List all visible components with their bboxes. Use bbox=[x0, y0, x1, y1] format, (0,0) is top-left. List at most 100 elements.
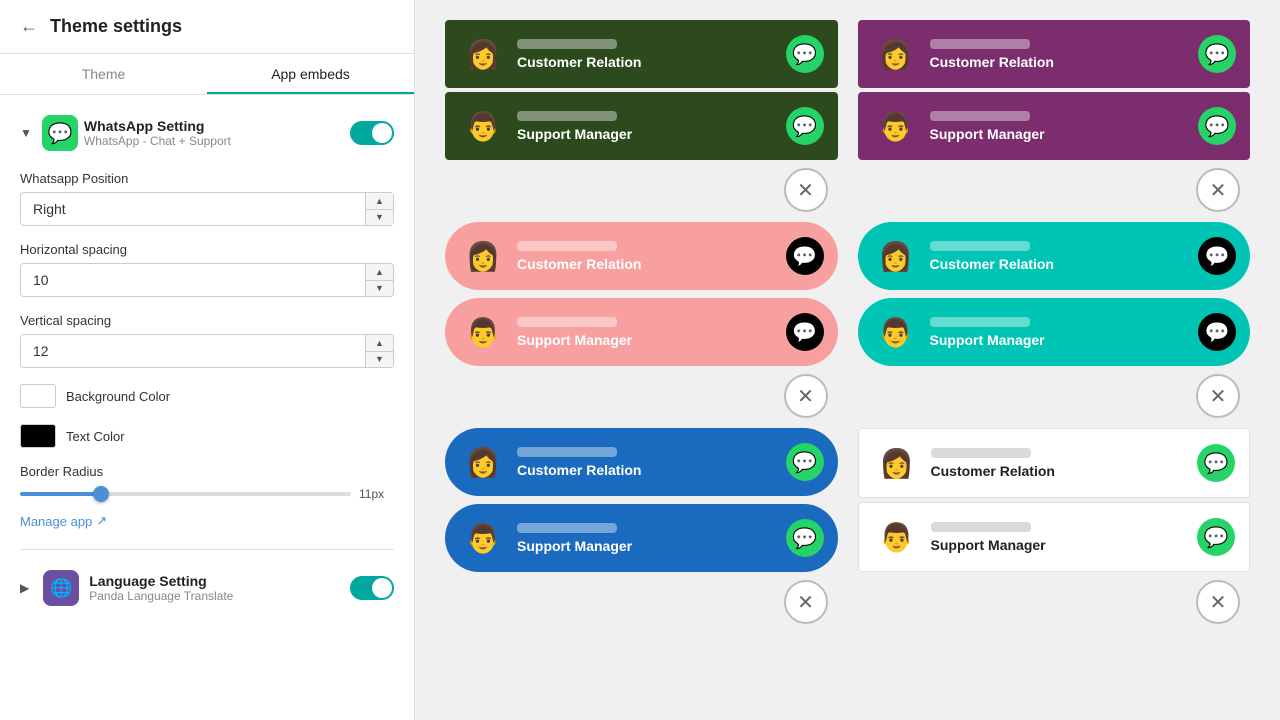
language-toggle[interactable] bbox=[350, 576, 394, 600]
widget-card-sm-white[interactable]: 👨 Support Manager 💬 bbox=[858, 502, 1251, 572]
avatar-sm-darkgreen: 👨 bbox=[459, 102, 507, 150]
tab-app-embeds[interactable]: App embeds bbox=[207, 54, 414, 94]
close-button-pink[interactable]: ✕ bbox=[784, 374, 828, 418]
wa-icon-cr-teal[interactable]: 💬 bbox=[1198, 237, 1236, 275]
widget-info-cr-pink: Customer Relation bbox=[517, 241, 776, 272]
avatar-sm-blue: 👨 bbox=[459, 514, 507, 562]
close-button-white[interactable]: ✕ bbox=[1196, 580, 1240, 624]
avatar-sm-purple: 👨 bbox=[872, 102, 920, 150]
avatar-cr-darkgreen: 👩 bbox=[459, 30, 507, 78]
whatsapp-toggle[interactable] bbox=[350, 121, 394, 145]
name-blur-cr-teal bbox=[930, 241, 1030, 251]
close-button-purple[interactable]: ✕ bbox=[1196, 168, 1240, 212]
preview-area: 👩 Customer Relation 💬 👨 Support Manager … bbox=[415, 0, 1280, 720]
widget-card-cr-pink[interactable]: 👩 Customer Relation 💬 bbox=[445, 222, 838, 290]
name-blur-sm-blue bbox=[517, 523, 617, 533]
widget-group-dark-green: 👩 Customer Relation 💬 👨 Support Manager … bbox=[445, 20, 838, 212]
name-blur-sm-purple bbox=[930, 111, 1030, 121]
avatar-sm-pink: 👨 bbox=[459, 308, 507, 356]
role-cr-pink: Customer Relation bbox=[517, 256, 776, 272]
widget-info-cr-teal: Customer Relation bbox=[930, 241, 1189, 272]
role-cr-white: Customer Relation bbox=[931, 463, 1188, 479]
avatar-cr-teal: 👩 bbox=[872, 232, 920, 280]
role-sm-teal: Support Manager bbox=[930, 332, 1189, 348]
position-select[interactable]: Right bbox=[21, 193, 393, 225]
name-blur-cr-white bbox=[931, 448, 1031, 458]
wa-icon-cr-pink[interactable]: 💬 bbox=[786, 237, 824, 275]
bg-color-swatch[interactable] bbox=[20, 384, 56, 408]
widget-group-pink: 👩 Customer Relation 💬 👨 Support Manager … bbox=[445, 222, 838, 418]
widget-card-cr-darkgreen[interactable]: 👩 Customer Relation 💬 bbox=[445, 20, 838, 88]
wa-icon-sm-white[interactable]: 💬 bbox=[1197, 518, 1235, 556]
widget-card-cr-purple[interactable]: 👩 Customer Relation 💬 bbox=[858, 20, 1251, 88]
widget-card-sm-teal[interactable]: 👨 Support Manager 💬 bbox=[858, 298, 1251, 366]
widget-card-sm-blue[interactable]: 👨 Support Manager 💬 bbox=[445, 504, 838, 572]
bg-color-row: Background Color bbox=[20, 384, 394, 408]
h-spacing-down[interactable]: ▼ bbox=[366, 281, 393, 297]
role-sm-white: Support Manager bbox=[931, 537, 1188, 553]
plugin-sub: WhatsApp - Chat + Support bbox=[84, 134, 344, 148]
sidebar-header: ← Theme settings bbox=[0, 0, 414, 54]
slider-thumb[interactable] bbox=[93, 486, 109, 502]
widget-card-sm-purple[interactable]: 👨 Support Manager 💬 bbox=[858, 92, 1251, 160]
h-spacing-arrows: ▲ ▼ bbox=[365, 264, 393, 296]
widget-card-sm-pink[interactable]: 👨 Support Manager 💬 bbox=[445, 298, 838, 366]
expand-language-arrow[interactable]: ▶ bbox=[20, 581, 29, 595]
external-link-icon: ↗ bbox=[96, 513, 107, 529]
widget-card-cr-blue[interactable]: 👩 Customer Relation 💬 bbox=[445, 428, 838, 496]
manage-app-link[interactable]: Manage app ↗ bbox=[20, 513, 394, 529]
position-select-wrapper: Right ▲ ▼ bbox=[20, 192, 394, 226]
language-plugin-sub: Panda Language Translate bbox=[89, 589, 340, 603]
v-spacing-label: Vertical spacing bbox=[20, 313, 394, 328]
select-arrow-up[interactable]: ▲ bbox=[366, 193, 393, 210]
slider-value: 11px bbox=[359, 487, 394, 501]
wa-icon-sm-blue[interactable]: 💬 bbox=[786, 519, 824, 557]
widget-info-cr-darkgreen: Customer Relation bbox=[517, 39, 776, 70]
plugin-name: WhatsApp Setting bbox=[84, 118, 344, 134]
border-radius-slider[interactable] bbox=[20, 492, 351, 496]
language-icon: 🌐 bbox=[43, 570, 79, 606]
widget-info-sm-purple: Support Manager bbox=[930, 111, 1189, 142]
widget-group-purple: 👩 Customer Relation 💬 👨 Support Manager … bbox=[858, 20, 1251, 212]
avatar-sm-teal: 👨 bbox=[872, 308, 920, 356]
preview-right-column: 👩 Customer Relation 💬 👨 Support Manager … bbox=[848, 20, 1261, 700]
role-sm-darkgreen: Support Manager bbox=[517, 126, 776, 142]
widget-card-cr-teal[interactable]: 👩 Customer Relation 💬 bbox=[858, 222, 1251, 290]
close-button-darkgreen[interactable]: ✕ bbox=[784, 168, 828, 212]
role-sm-purple: Support Manager bbox=[930, 126, 1189, 142]
v-spacing-down[interactable]: ▼ bbox=[366, 352, 393, 368]
wa-icon-sm-pink[interactable]: 💬 bbox=[786, 313, 824, 351]
select-arrow-down[interactable]: ▼ bbox=[366, 210, 393, 226]
close-button-blue[interactable]: ✕ bbox=[784, 580, 828, 624]
back-button[interactable]: ← bbox=[20, 16, 38, 37]
close-button-teal[interactable]: ✕ bbox=[1196, 374, 1240, 418]
widget-info-sm-darkgreen: Support Manager bbox=[517, 111, 776, 142]
avatar-cr-pink: 👩 bbox=[459, 232, 507, 280]
widget-card-sm-darkgreen[interactable]: 👨 Support Manager 💬 bbox=[445, 92, 838, 160]
wa-icon-sm-teal[interactable]: 💬 bbox=[1198, 313, 1236, 351]
role-cr-teal: Customer Relation bbox=[930, 256, 1189, 272]
wa-icon-cr-blue[interactable]: 💬 bbox=[786, 443, 824, 481]
wa-icon-cr-purple[interactable]: 💬 bbox=[1198, 35, 1236, 73]
name-blur-cr-blue bbox=[517, 447, 617, 457]
wa-icon-cr-white[interactable]: 💬 bbox=[1197, 444, 1235, 482]
avatar-cr-blue: 👩 bbox=[459, 438, 507, 486]
border-radius-label: Border Radius bbox=[20, 464, 394, 479]
h-spacing-up[interactable]: ▲ bbox=[366, 264, 393, 281]
wa-icon-sm-darkgreen[interactable]: 💬 bbox=[786, 107, 824, 145]
avatar-cr-white: 👩 bbox=[873, 439, 921, 487]
language-row: ▶ 🌐 Language Setting Panda Language Tran… bbox=[20, 570, 394, 606]
tab-theme[interactable]: Theme bbox=[0, 54, 207, 94]
wa-icon-sm-purple[interactable]: 💬 bbox=[1198, 107, 1236, 145]
widget-card-cr-white[interactable]: 👩 Customer Relation 💬 bbox=[858, 428, 1251, 498]
widget-info-sm-pink: Support Manager bbox=[517, 317, 776, 348]
v-spacing-up[interactable]: ▲ bbox=[366, 335, 393, 352]
h-spacing-input[interactable] bbox=[21, 264, 365, 296]
expand-whatsapp-arrow[interactable]: ▼ bbox=[20, 126, 32, 140]
v-spacing-input[interactable] bbox=[21, 335, 365, 367]
border-radius-section: Border Radius 11px bbox=[20, 464, 394, 501]
widget-info-cr-blue: Customer Relation bbox=[517, 447, 776, 478]
name-blur-cr-darkgreen bbox=[517, 39, 617, 49]
wa-icon-cr-darkgreen[interactable]: 💬 bbox=[786, 35, 824, 73]
text-color-swatch[interactable] bbox=[20, 424, 56, 448]
